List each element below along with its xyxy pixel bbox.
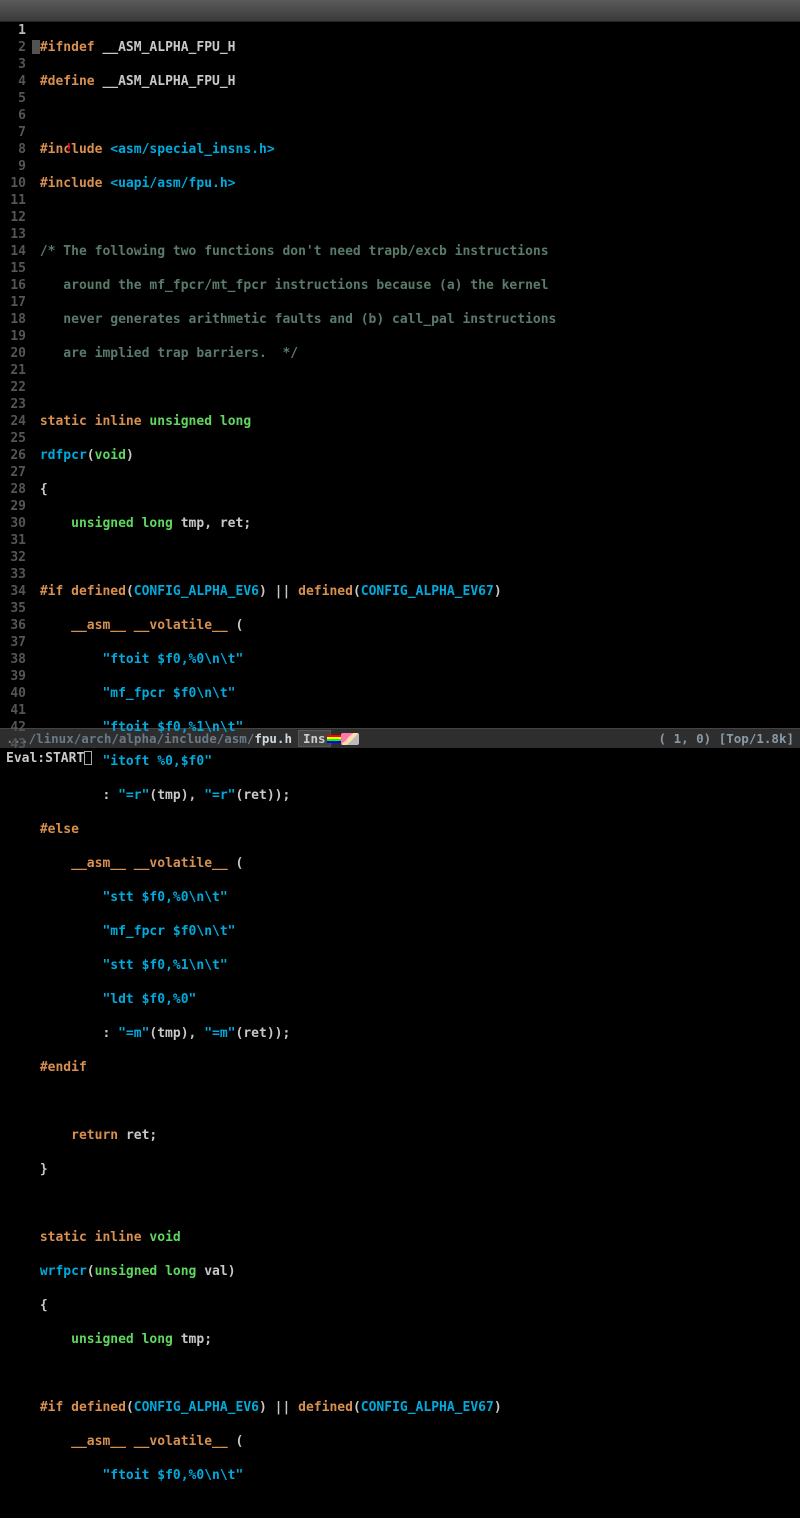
text-cursor — [32, 40, 40, 54]
code-content[interactable]: #ifndef __ASM_ALPHA_FPU_H #define __ASM_… — [32, 22, 800, 728]
nyan-cat-icon — [341, 733, 359, 745]
window-titlebar — [0, 0, 800, 22]
line-number-gutter: 1 2 3 4 5 6 7 8 9 10 11 12 13 14 15 16 1… — [0, 22, 32, 728]
error-mark-icon: ! — [65, 141, 73, 158]
editor-area[interactable]: 1 2 3 4 5 6 7 8 9 10 11 12 13 14 15 16 1… — [0, 22, 800, 728]
